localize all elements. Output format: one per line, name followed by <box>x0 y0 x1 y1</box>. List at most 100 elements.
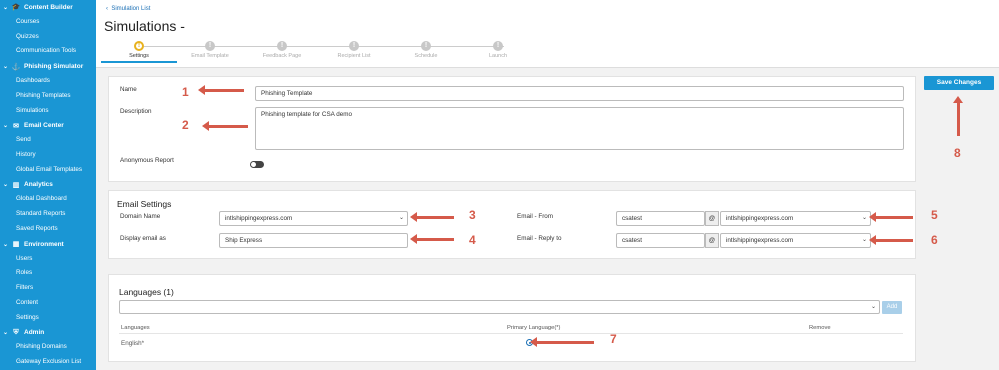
chevron-down-icon: ⌄ <box>3 330 9 337</box>
info-icon: ! <box>349 41 359 51</box>
annotation-number: 6 <box>931 233 938 247</box>
annotation-arrow <box>530 337 594 347</box>
annotation-arrow <box>869 235 913 245</box>
annotation-arrow <box>410 234 454 244</box>
chevron-down-icon: ⌄ <box>398 215 404 221</box>
sidebar-item-standard-reports[interactable]: Standard Reports <box>0 207 96 222</box>
sidebar-item-quizzes[interactable]: Quizzes <box>0 30 96 45</box>
sidebar-section-email-center[interactable]: ⌄ ✉ Email Center <box>0 118 96 133</box>
shield-icon: ⛨ <box>13 328 19 336</box>
sidebar-item-phishing-domains[interactable]: Phishing Domains <box>0 340 96 355</box>
grid-icon: ▦ <box>12 241 20 249</box>
sidebar-item-global-email-templates[interactable]: Global Email Templates <box>0 163 96 178</box>
at-sign: @ <box>705 211 719 226</box>
annotation-number: 4 <box>469 233 476 247</box>
info-icon: ! <box>421 41 431 51</box>
chevron-down-icon: ⌄ <box>3 241 9 248</box>
column-header-primary-language: Primary Language(*) <box>507 325 561 331</box>
column-header-languages: Languages <box>121 325 150 331</box>
chevron-down-icon: ⌄ <box>870 304 876 310</box>
anonymous-report-label: Anonymous Report <box>120 157 174 164</box>
annotation-number: 8 <box>954 146 961 160</box>
sidebar-item-courses[interactable]: Courses <box>0 15 96 30</box>
email-reply-to-label: Email - Reply to <box>517 235 562 242</box>
info-icon: ! <box>205 41 215 51</box>
sidebar-item-phishing-templates[interactable]: Phishing Templates <box>0 89 96 104</box>
add-language-button[interactable]: Add <box>882 301 902 314</box>
email-from-domain-select[interactable]: intlshippingexpress.com ⌄ <box>720 211 871 226</box>
sidebar-item-users[interactable]: Users <box>0 252 96 267</box>
column-header-remove: Remove <box>809 325 831 331</box>
sidebar-item-saved-reports[interactable]: Saved Reports <box>0 222 96 237</box>
step-feedback-page[interactable]: ! Feedback Page <box>244 41 320 59</box>
chevron-down-icon: ⌄ <box>861 215 867 221</box>
display-email-label: Display email as <box>120 235 166 242</box>
hook-icon: ⚓ <box>11 63 21 71</box>
languages-title: Languages (1) <box>119 287 174 297</box>
sidebar-section-admin[interactable]: ⌄ ⛨ Admin <box>0 326 96 341</box>
sidebar-item-global-dashboard[interactable]: Global Dashboard <box>0 192 96 207</box>
annotation-number: 7 <box>610 332 617 346</box>
email-reply-user-input[interactable]: csatest <box>616 233 705 248</box>
annotation-number: 2 <box>182 118 189 132</box>
name-label: Name <box>120 86 137 93</box>
info-icon: ! <box>134 41 144 51</box>
annotation-arrow <box>869 212 913 222</box>
bar-chart-icon: ▥ <box>12 181 20 189</box>
email-settings-title: Email Settings <box>117 199 172 209</box>
sidebar-section-content-builder[interactable]: ⌄ 🎓 Content Builder <box>0 0 96 15</box>
email-from-user-input[interactable]: csatest <box>616 211 705 226</box>
annotation-arrow <box>198 85 244 95</box>
step-email-template[interactable]: ! Email Template <box>172 41 248 59</box>
sidebar-item-settings[interactable]: Settings <box>0 311 96 326</box>
breadcrumb[interactable]: ‹ Simulation List <box>106 6 150 12</box>
sidebar-section-analytics[interactable]: ⌄ ▥ Analytics <box>0 178 96 193</box>
at-sign: @ <box>705 233 719 248</box>
sidebar-item-history[interactable]: History <box>0 148 96 163</box>
sidebar-item-roles[interactable]: Roles <box>0 266 96 281</box>
sidebar-item-content[interactable]: Content <box>0 296 96 311</box>
annotation-arrow <box>953 96 963 136</box>
main-content: ‹ Simulation List Simulations - ! Setting… <box>96 0 999 370</box>
sidebar-section-environment[interactable]: ⌄ ▦ Environment <box>0 237 96 252</box>
sidebar-item-communication-tools[interactable]: Communication Tools <box>0 44 96 59</box>
annotation-arrow <box>410 212 454 222</box>
chevron-down-icon: ⌄ <box>3 4 9 11</box>
step-recipient-list[interactable]: ! Recipient List <box>316 41 392 59</box>
sidebar-item-send[interactable]: Send <box>0 133 96 148</box>
anonymous-report-toggle[interactable] <box>250 161 264 168</box>
step-settings[interactable]: ! Settings <box>101 41 177 63</box>
table-divider <box>119 333 903 334</box>
email-from-label: Email - From <box>517 213 554 220</box>
sidebar-item-gateway-exclusion-list[interactable]: Gateway Exclusion List <box>0 355 96 370</box>
breadcrumb-link[interactable]: Simulation List <box>111 6 150 12</box>
table-row-language: English* <box>121 340 145 347</box>
envelope-icon: ✉ <box>13 122 19 130</box>
graduation-cap-icon: 🎓 <box>11 4 21 12</box>
chevron-down-icon: ⌄ <box>3 182 9 189</box>
info-icon: ! <box>277 41 287 51</box>
annotation-arrow <box>202 121 248 131</box>
step-launch[interactable]: ! Launch <box>460 41 536 59</box>
save-changes-button[interactable]: Save Changes <box>924 76 994 90</box>
chevron-down-icon: ⌄ <box>3 123 9 130</box>
sidebar: ⌄ 🎓 Content Builder Courses Quizzes Commun… <box>0 0 96 370</box>
domain-name-select[interactable]: intlshippingexpress.com ⌄ <box>219 211 408 226</box>
domain-name-label: Domain Name <box>120 213 161 220</box>
sidebar-item-simulations[interactable]: Simulations <box>0 104 96 119</box>
email-reply-domain-select[interactable]: intlshippingexpress.com ⌄ <box>720 233 871 248</box>
sidebar-item-dashboards[interactable]: Dashboards <box>0 74 96 89</box>
name-input[interactable]: Phishing Template <box>255 86 904 101</box>
sidebar-item-filters[interactable]: Filters <box>0 281 96 296</box>
chevron-down-icon: ⌄ <box>861 237 867 243</box>
display-email-input[interactable]: Ship Express <box>219 233 408 248</box>
sidebar-section-phishing-simulator[interactable]: ⌄ ⚓ Phishing Simulator <box>0 59 96 74</box>
annotation-number: 3 <box>469 208 476 222</box>
page-header: ‹ Simulation List Simulations - ! Setting… <box>96 0 999 68</box>
info-icon: ! <box>493 41 503 51</box>
step-schedule[interactable]: ! Schedule <box>388 41 464 59</box>
description-label: Description <box>120 108 152 115</box>
language-select[interactable]: ⌄ <box>119 300 880 314</box>
chevron-down-icon: ⌄ <box>3 64 9 71</box>
description-textarea[interactable]: Phishing template for CSA demo <box>255 107 904 150</box>
